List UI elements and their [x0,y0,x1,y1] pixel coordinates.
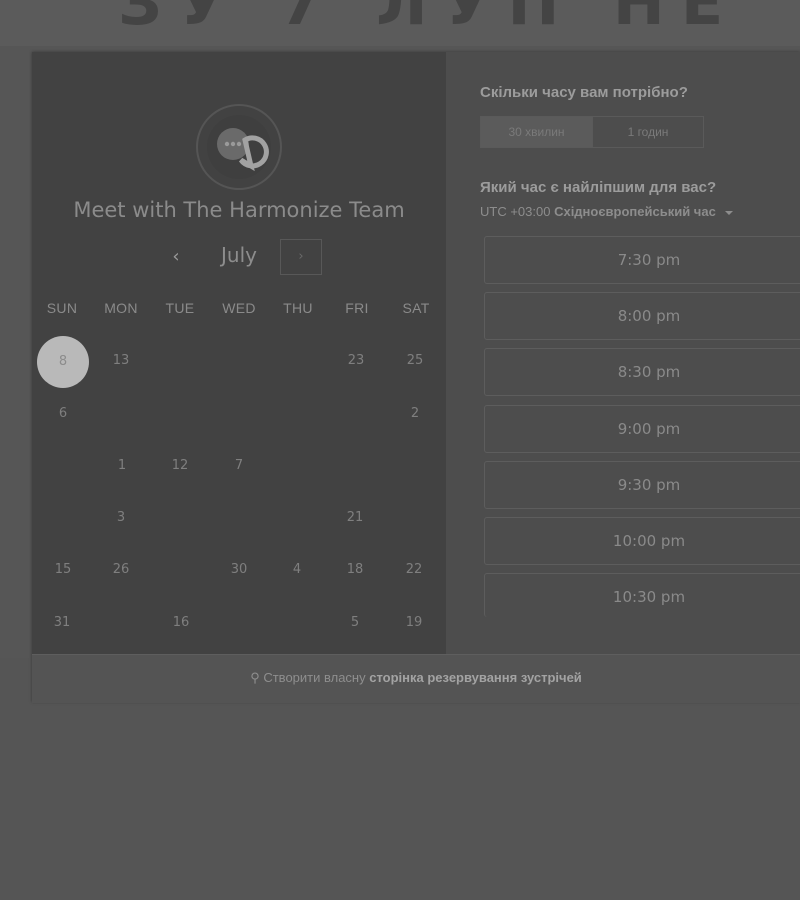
footer-bar: ⚲ Створити власну сторінка резервування … [32,654,800,703]
dow-sat: SAT [402,300,430,316]
calendar-day[interactable]: 13 [96,346,146,376]
chat-bubble-icon [217,128,269,172]
time-question: Який час є найліпшим для вас? [480,179,717,196]
footer-text-bold: сторінка резервування зустрічей [369,670,582,685]
duration-1hour-button[interactable]: 1 годин [593,117,703,147]
calendar-day[interactable]: 7 [214,451,264,481]
month-label: July [221,243,257,267]
meeting-title: Meet with The Harmonize Team [73,198,405,222]
calendar-day[interactable]: 6 [38,399,88,429]
timeslot-button[interactable]: 10:00 pm [484,517,800,565]
team-avatar [196,104,282,190]
calendar-day[interactable]: 21 [330,503,380,533]
duration-30min-button[interactable]: 30 хвилин [481,117,592,147]
header-logo: ЗУ 7 ЛУП НЕ [118,0,740,39]
calendar-day[interactable]: 19 [389,608,439,638]
caret-down-icon [725,210,734,215]
calendar-day[interactable]: 31 [37,608,87,638]
dow-thu: THU [283,300,313,316]
scheduling-panel: Скільки часу вам потрібно? 30 хвилин 1 г… [446,52,800,654]
calendar-day[interactable]: 22 [389,555,439,585]
timezone-offset: UTC +03:00 [480,204,551,219]
calendar-day[interactable]: 18 [330,555,380,585]
page-header: ЗУ 7 ЛУП НЕ [0,0,800,46]
calendar-day[interactable]: 25 [390,346,440,376]
timezone-name: Східноєвропейський час [554,204,716,219]
dow-mon: MON [104,300,138,316]
sprocket-icon: ⚲ [250,670,260,685]
next-month-button[interactable]: › [280,239,322,275]
dow-tue: TUE [165,300,195,316]
duration-question: Скільки часу вам потрібно? [480,84,688,101]
footer-text-prefix: Створити власну [263,670,366,685]
calendar-day[interactable]: 23 [331,346,381,376]
timeslot-button[interactable]: 8:00 pm [484,292,800,340]
calendar-day[interactable]: 12 [155,451,205,481]
timeslot-button[interactable]: 7:30 pm [484,236,800,284]
create-booking-page-link[interactable]: ⚲ Створити власну сторінка резервування … [32,670,800,686]
dow-sun: SUN [46,300,78,316]
calendar-day[interactable]: 5 [330,608,380,638]
timezone-dropdown[interactable]: UTC +03:00 Східноєвропейський час [480,204,734,219]
calendar-day-selected[interactable]: 8 [37,336,89,388]
dow-fri: FRI [345,300,369,316]
meeting-booking-card: Meet with The Harmonize Team ‹ July › SU… [32,52,800,703]
calendar-day[interactable]: 3 [96,503,146,533]
calendar-day[interactable]: 1 [97,451,147,481]
timeslot-button[interactable]: 10:30 pm [484,573,800,617]
calendar-day[interactable]: 4 [272,555,322,585]
duration-selector: 30 хвилин 1 годин [480,116,704,148]
timeslot-button[interactable]: 9:30 pm [484,461,800,509]
calendar-day[interactable]: 16 [156,608,206,638]
calendar-day[interactable]: 15 [38,555,88,585]
calendar-day[interactable]: 30 [214,555,264,585]
calendar-day[interactable]: 26 [96,555,146,585]
timeslot-button[interactable]: 9:00 pm [484,405,800,453]
calendar-day[interactable]: 2 [390,399,440,429]
prev-month-button[interactable]: ‹ [161,244,191,272]
dow-wed: WED [222,300,256,316]
month-navigation: ‹ July › [32,238,446,278]
timeslot-button[interactable]: 8:30 pm [484,348,800,396]
calendar-panel: Meet with The Harmonize Team ‹ July › SU… [32,52,446,654]
